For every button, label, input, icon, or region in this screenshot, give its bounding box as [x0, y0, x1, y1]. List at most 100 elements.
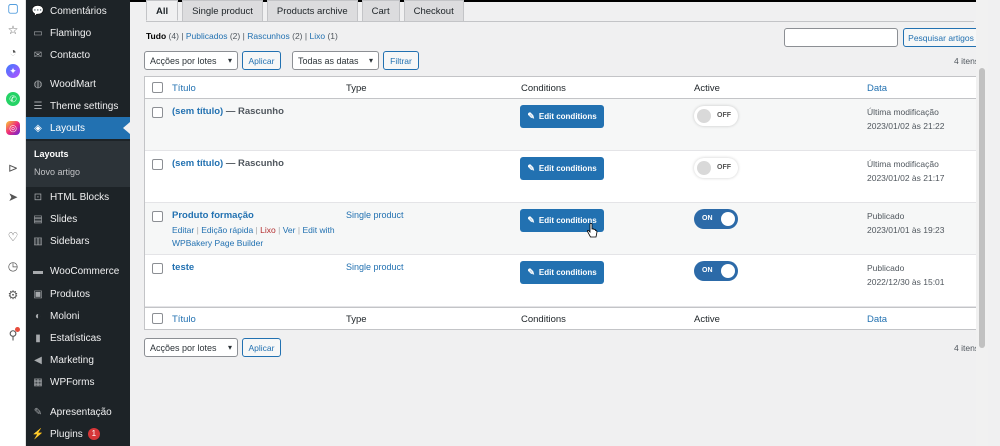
menu-item-apresentacao[interactable]: ✎ Apresentação	[26, 401, 130, 423]
menu-item-theme-settings[interactable]: ☰ Theme settings	[26, 95, 130, 117]
menu-item-slides[interactable]: ▤ Slides	[26, 208, 130, 230]
menu-item-moloni[interactable]: ◐ Moloni	[26, 305, 130, 327]
menu-item-comentarios[interactable]: 💬 Comentários	[26, 0, 130, 22]
edit-conditions-button[interactable]: ✎ Edit conditions	[520, 261, 604, 284]
column-title[interactable]: Título	[172, 83, 196, 94]
row-action-quick-edit[interactable]: Edição rápida	[201, 225, 253, 235]
page-scrollbar[interactable]	[976, 0, 988, 446]
column-date-footer[interactable]: Data	[867, 314, 887, 325]
row-checkbox[interactable]	[152, 211, 163, 222]
submenu-novo-artigo[interactable]: Novo artigo	[34, 167, 80, 177]
edit-conditions-button[interactable]: ✎ Edit conditions	[520, 157, 604, 180]
chevron-down-icon: ▾	[227, 56, 232, 65]
top-square-icon[interactable]: ▢	[5, 0, 21, 16]
bulk-actions-select-bottom[interactable]: Acções por lotes ▾	[144, 338, 238, 357]
table-row: (sem título) — Rascunho ✎ Edit conditions…	[145, 99, 978, 151]
row-title-link[interactable]: (sem título)	[172, 106, 223, 117]
notification-dot	[15, 327, 20, 332]
menu-item-produtos[interactable]: ▣ Produtos	[26, 283, 130, 305]
menu-item-woocommerce[interactable]: ▬ WooCommerce	[26, 260, 130, 282]
whatsapp-icon[interactable]: ✆	[6, 92, 20, 106]
menu-item-marketing[interactable]: ◀ Marketing	[26, 349, 130, 371]
active-toggle[interactable]: ON	[694, 261, 738, 281]
toggle-label: OFF	[717, 164, 731, 171]
filter-all[interactable]: Tudo	[146, 31, 166, 41]
pencil-icon: ✎	[527, 111, 535, 121]
sidebar-icon: ▥	[33, 235, 43, 247]
active-toggle[interactable]: ON	[694, 209, 738, 229]
search-posts-button[interactable]: Pesquisar artigos	[903, 28, 979, 47]
tab-products-archive[interactable]: Products archive	[266, 0, 358, 21]
bulk-actions-select-top[interactable]: Acções por lotes ▾	[144, 51, 238, 70]
edit-conditions-button[interactable]: ✎ Edit conditions	[520, 105, 604, 128]
bell-icon[interactable]: ◔	[5, 44, 21, 60]
menu-item-sidebars[interactable]: ▥ Sidebars	[26, 230, 130, 252]
active-toggle[interactable]: OFF	[694, 106, 738, 126]
menu-item-plugins[interactable]: ⚡ Plugins 1	[26, 423, 130, 445]
menu-item-wpforms[interactable]: ▦ WPForms	[26, 371, 130, 393]
star-icon[interactable]: ☆	[5, 22, 21, 38]
sliders-icon: ☰	[33, 100, 43, 112]
box-icon: ▣	[33, 288, 43, 300]
active-toggle[interactable]: OFF	[694, 158, 738, 178]
row-title-link[interactable]: (sem título)	[172, 158, 223, 169]
tab-cart[interactable]: Cart	[361, 0, 400, 21]
dates-filter-value: Todas as datas	[298, 55, 359, 66]
search-input[interactable]	[784, 28, 898, 47]
select-all-checkbox-footer[interactable]	[152, 313, 163, 324]
menu-item-contacto[interactable]: ✉ Contacto	[26, 44, 130, 66]
filter-drafts[interactable]: Rascunhos	[247, 31, 290, 41]
menu-item-layouts[interactable]: ◈ Layouts	[26, 117, 130, 139]
row-action-view[interactable]: Ver	[283, 225, 296, 235]
row-title-link[interactable]: Produto formação	[172, 210, 254, 221]
date-label: Publicado	[867, 263, 905, 273]
menu-item-flamingo[interactable]: ▭ Flamingo	[26, 22, 130, 44]
send-icon[interactable]: ➤	[5, 189, 21, 205]
select-all-checkbox[interactable]	[152, 82, 163, 93]
submenu-layouts[interactable]: Layouts	[34, 149, 69, 159]
update-count-badge: 1	[87, 428, 100, 440]
clock-icon[interactable]: ◷	[5, 258, 21, 274]
dates-filter-select[interactable]: Todas as datas ▾	[292, 51, 379, 70]
action-separator: |	[255, 225, 258, 235]
row-checkbox[interactable]	[152, 263, 163, 274]
column-conditions: Conditions	[521, 83, 566, 94]
column-active-footer: Active	[694, 314, 720, 325]
column-date[interactable]: Data	[867, 83, 887, 94]
instagram-icon[interactable]: ◎	[6, 121, 20, 135]
filter-all-count: (4)	[168, 31, 179, 41]
tab-all[interactable]: All	[146, 0, 179, 21]
row-type[interactable]: Single product	[346, 262, 404, 272]
apply-button-top[interactable]: Aplicar	[242, 51, 281, 70]
menu-item-html-blocks[interactable]: ⊡ HTML Blocks	[26, 186, 130, 208]
menu-item-estatisticas[interactable]: ▮ Estatísticas	[26, 327, 130, 349]
location-pin-icon[interactable]: ⚲	[5, 327, 21, 343]
apply-button-bottom[interactable]: Aplicar	[242, 338, 281, 357]
column-title-footer[interactable]: Título	[172, 314, 196, 325]
row-action-edit[interactable]: Editar	[172, 225, 194, 235]
hand-cursor-icon	[586, 223, 598, 238]
pencil-icon: ✎	[527, 215, 535, 225]
settings-gear-icon[interactable]: ⚙	[5, 287, 21, 303]
scrollbar-thumb[interactable]	[979, 68, 985, 348]
tab-checkout[interactable]: Checkout	[403, 0, 464, 21]
play-circle-icon[interactable]: ⊳	[5, 160, 21, 176]
menu-item-woodmart[interactable]: ◍ WoodMart	[26, 73, 130, 95]
row-action-trash[interactable]: Lixo	[260, 225, 276, 235]
messenger-icon[interactable]: ✦	[6, 64, 20, 78]
row-checkbox[interactable]	[152, 107, 163, 118]
filter-trash[interactable]: Lixo	[309, 31, 325, 41]
row-type[interactable]: Single product	[346, 210, 404, 220]
tab-single-product[interactable]: Single product	[182, 0, 263, 21]
row-status: — Rascunho	[223, 158, 284, 169]
row-checkbox[interactable]	[152, 159, 163, 170]
menu-label: WPForms	[50, 376, 95, 388]
filter-published[interactable]: Publicados	[186, 31, 228, 41]
filter-published-count: (2)	[229, 31, 241, 41]
row-date: Publicado 2022/12/30 às 15:01	[867, 261, 945, 289]
filter-button[interactable]: Filtrar	[383, 51, 419, 70]
date-value: 2023/01/02 às 21:17	[867, 173, 945, 183]
action-separator: |	[297, 225, 301, 235]
heart-icon[interactable]: ♡	[5, 229, 21, 245]
row-title-link[interactable]: teste	[172, 262, 194, 273]
